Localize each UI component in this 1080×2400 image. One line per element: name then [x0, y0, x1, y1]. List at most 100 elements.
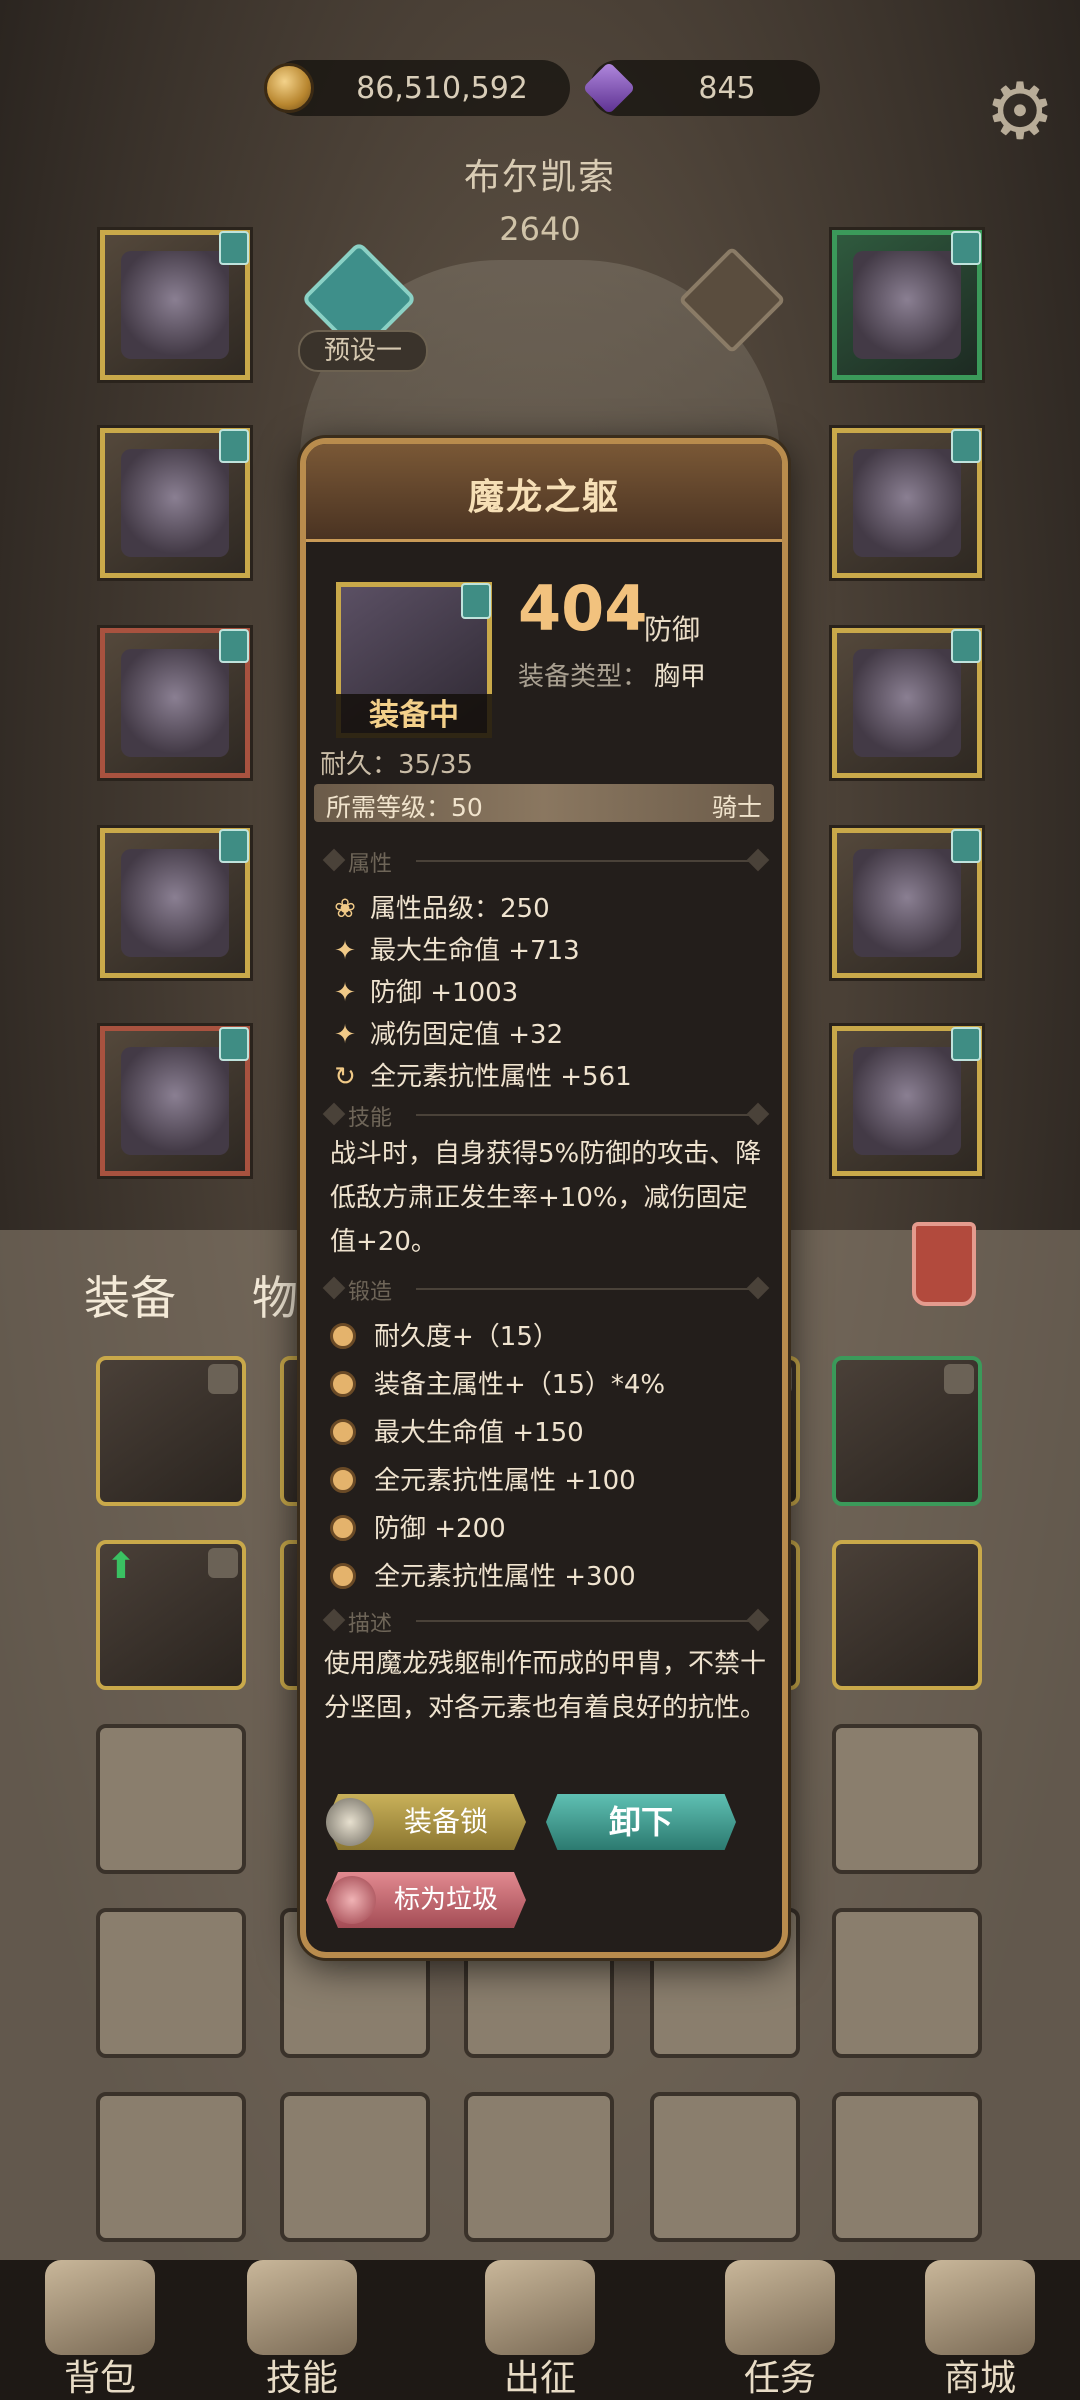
forge-row: 装备主属性+（15）*4%: [330, 1364, 665, 1401]
section-skill: 技能: [322, 1100, 770, 1131]
bag-slot-empty[interactable]: [96, 2092, 246, 2242]
necklace-icon: [853, 251, 961, 359]
upgrade-arrow-icon: ⬆: [105, 1546, 137, 1587]
divider-diamond: [322, 848, 346, 872]
equip-slot-chest[interactable]: [100, 428, 250, 578]
tab-equipment[interactable]: 装备: [84, 1262, 176, 1328]
hero-name: 布尔凯索: [463, 157, 616, 198]
forge-row: 全元素抗性属性 +300: [330, 1556, 636, 1593]
scroll-icon: [725, 2260, 835, 2355]
divider: [416, 860, 754, 862]
cycle-icon: ↻: [334, 1062, 356, 1092]
nav-backpack[interactable]: 背包: [20, 2260, 180, 2400]
bag-slot-empty[interactable]: [464, 2092, 614, 2242]
bag-slot-empty[interactable]: [96, 1724, 246, 1874]
unequip-button[interactable]: 卸下: [546, 1794, 736, 1850]
tag-icon: [219, 429, 249, 463]
divider-diamond: [322, 1608, 346, 1632]
weapon-icon: [853, 849, 961, 957]
bag-item-cape[interactable]: ⬆: [96, 1540, 246, 1690]
ring-icon: [853, 649, 961, 757]
equip-slot-boots[interactable]: [100, 1026, 250, 1176]
equip-slot-legs[interactable]: [100, 828, 250, 978]
equip-slot-necklace[interactable]: [832, 230, 982, 380]
equip-slot-helmet[interactable]: [100, 230, 250, 380]
section-description: 描述: [322, 1606, 770, 1637]
bag-slot-empty[interactable]: [832, 1908, 982, 2058]
bag-slot-empty[interactable]: [832, 1724, 982, 1874]
equip-slot-cape[interactable]: [832, 1026, 982, 1176]
forge-row: 防御 +200: [330, 1508, 506, 1545]
divider-diamond: [322, 1276, 346, 1300]
forge-dot-icon: [330, 1371, 356, 1397]
required-class: 骑士: [711, 793, 762, 822]
item-name: 魔龙之躯: [467, 477, 620, 518]
sparkle-icon: ✦: [334, 936, 356, 966]
tag-icon: [219, 231, 249, 265]
lotus-icon: ❀: [334, 894, 356, 924]
preset-selector[interactable]: 预设一: [298, 330, 428, 372]
boots-icon: [121, 1047, 229, 1155]
lock-icon: [208, 1364, 238, 1394]
shop-crown-icon: [925, 2260, 1035, 2355]
forge-text: 全元素抗性属性 +300: [374, 1562, 636, 1592]
forge-row: 耐久度+（15）: [330, 1316, 559, 1353]
trash-tag-icon: [328, 1876, 376, 1924]
equip-slot-ring-2[interactable]: [832, 628, 982, 778]
equip-type-value: 胸甲: [654, 662, 707, 692]
tag-icon: [951, 629, 981, 663]
coin-icon: [264, 63, 314, 113]
skill-description: 战斗时，自身获得5%防御的攻击、降低敌方肃正发生率+10%，减伤固定值+20。: [330, 1139, 762, 1257]
divider-diamond: [746, 1102, 770, 1126]
forge-row: 最大生命值 +150: [330, 1412, 584, 1449]
nav-expedition[interactable]: 出征: [460, 2260, 620, 2400]
item-detail-popup: 魔龙之躯 装备中 404 防御 装备类型： 胸甲 耐久：35/35 所需等级：50…: [300, 438, 788, 1958]
equip-slot-weapon[interactable]: [832, 828, 982, 978]
trash-icon[interactable]: [912, 1222, 976, 1306]
bag-item-necklace[interactable]: [832, 1356, 982, 1506]
sparkle-icon: ✦: [334, 978, 356, 1008]
item-description: 使用魔龙残躯制作而成的甲胄，不禁十分坚固，对各元素也有着良好的抗性。: [324, 1649, 767, 1723]
attribute-text: 属性品级：250: [370, 894, 550, 924]
attribute-row: ❀ 属性品级：250: [330, 888, 550, 925]
bag-slot-empty[interactable]: [650, 2092, 800, 2242]
lock-icon: [208, 1548, 238, 1578]
bag-slot-empty[interactable]: [832, 2092, 982, 2242]
nav-label: 背包: [63, 2358, 136, 2399]
bag-item-helmet[interactable]: [96, 1356, 246, 1506]
gold-amount: 86,510,592: [356, 70, 528, 106]
forge-dot-icon: [330, 1563, 356, 1589]
sparkle-icon: ✦: [334, 1020, 356, 1050]
tag-icon: [951, 829, 981, 863]
equip-slot-gloves[interactable]: [100, 628, 250, 778]
attribute-row: ✦ 最大生命值 +713: [330, 930, 580, 967]
section-title: 描述: [348, 1612, 393, 1637]
attribute-text: 全元素抗性属性 +561: [370, 1062, 632, 1092]
divider: [416, 1288, 754, 1290]
forge-dot-icon: [330, 1323, 356, 1349]
gear-icon[interactable]: ⚙: [978, 70, 1062, 154]
equip-type: 装备类型： 胸甲: [518, 656, 706, 693]
nav-skills[interactable]: 技能: [222, 2260, 382, 2400]
forge-text: 全元素抗性属性 +100: [374, 1466, 636, 1496]
nav-label: 商城: [943, 2358, 1016, 2399]
divider: [416, 1114, 754, 1116]
tag-icon: [219, 829, 249, 863]
bag-slot-empty[interactable]: [280, 2092, 430, 2242]
tag-icon: [219, 629, 249, 663]
gauntlet-icon: [121, 649, 229, 757]
divider: [416, 1620, 754, 1622]
attribute-text: 防御 +1003: [370, 978, 519, 1008]
gem-counter: 845: [582, 60, 820, 116]
greaves-icon: [121, 849, 229, 957]
tag-icon: [951, 429, 981, 463]
cape-icon: [853, 1047, 961, 1155]
nav-shop[interactable]: 商城: [900, 2260, 1060, 2400]
nav-label: 出征: [503, 2358, 576, 2399]
bag-slot-empty[interactable]: [96, 1908, 246, 2058]
equip-slot-ring-1[interactable]: [832, 428, 982, 578]
section-attributes: 属性: [322, 846, 770, 877]
bag-item-amulet[interactable]: [832, 1540, 982, 1690]
forge-dot-icon: [330, 1419, 356, 1445]
nav-quests[interactable]: 任务: [700, 2260, 860, 2400]
